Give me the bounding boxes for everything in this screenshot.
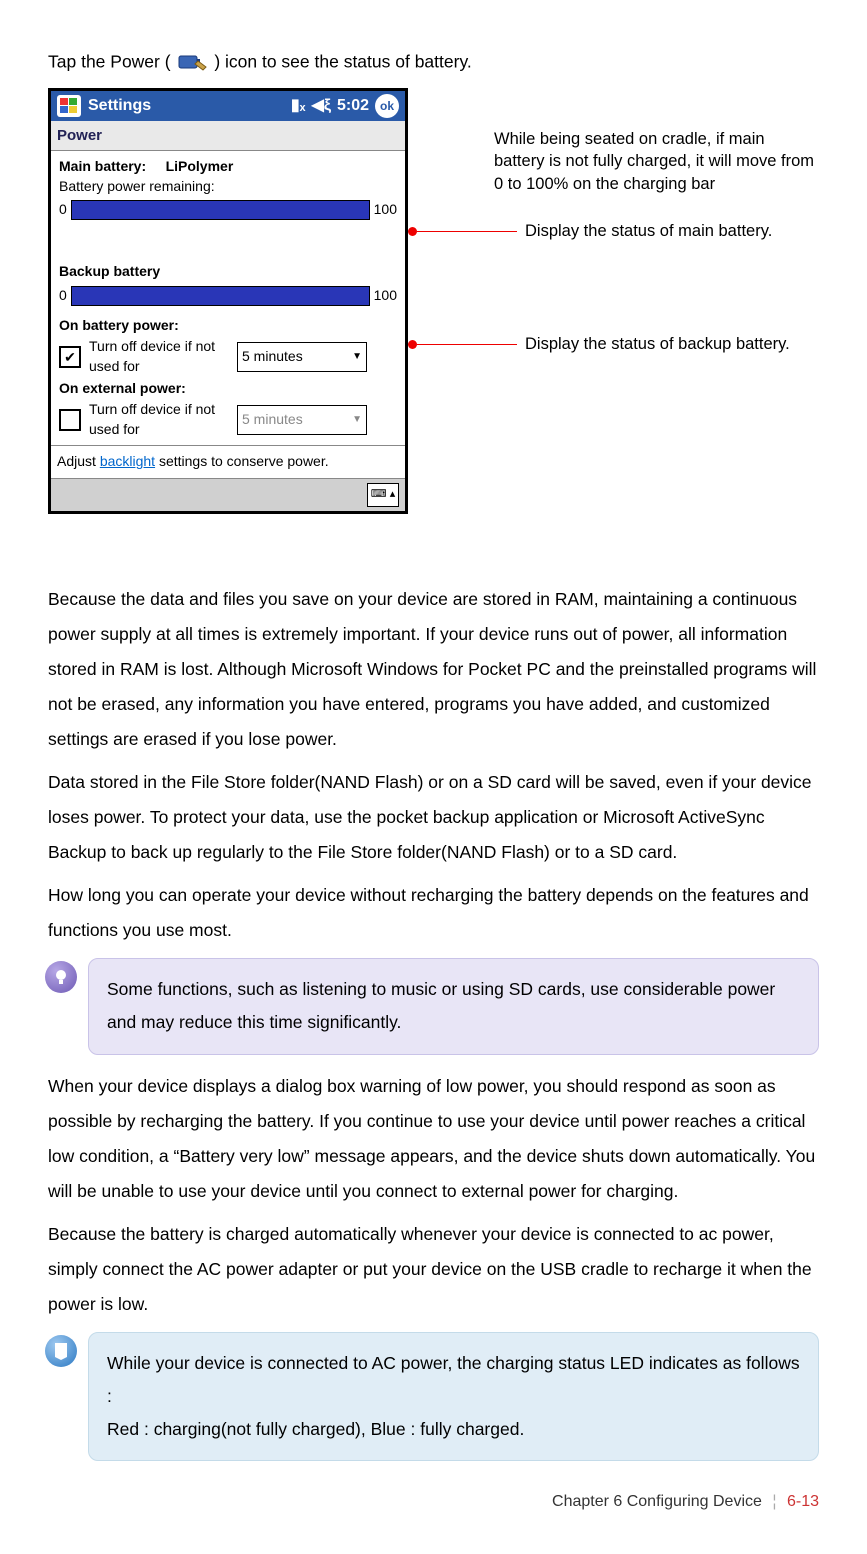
on-battery-checkbox[interactable]: ✔ — [59, 346, 81, 368]
keyboard-icon[interactable]: ⌨ ▴ — [367, 483, 399, 507]
lightbulb-icon — [45, 961, 77, 993]
on-battery-section: On battery power: ✔ Turn off device if n… — [59, 316, 397, 377]
intro-line: Tap the Power ( ) icon to see the status… — [48, 48, 819, 78]
page-footer: Chapter 6 Configuring Device ¦ 6-13 — [48, 1491, 819, 1513]
device-screenshot: Settings ▮ₓ ◀ξ 5:02 ok Power Main batter… — [48, 88, 408, 514]
backup-battery-bar — [71, 286, 370, 306]
callout-line — [417, 231, 517, 232]
main-battery-remaining: Battery power remaining: — [59, 177, 397, 197]
intro-before: Tap the Power ( — [48, 52, 171, 72]
paragraph-5: Because the battery is charged automatic… — [48, 1217, 819, 1322]
annotation-backup-battery: Display the status of backup battery. — [525, 333, 790, 356]
adjust-backlight-row: Adjust backlight settings to conserve po… — [51, 445, 405, 479]
intro-after: ) icon to see the status of battery. — [214, 52, 471, 72]
on-battery-dropdown[interactable]: 5 minutes ▼ — [237, 342, 367, 372]
note-2-text: While your device is connected to AC pow… — [107, 1353, 800, 1440]
annotation-main-battery: Display the status of main battery. — [525, 220, 772, 243]
main-battery-type: LiPolymer — [166, 158, 234, 174]
backup-bar-max: 100 — [374, 286, 397, 306]
info-icon — [45, 1335, 77, 1367]
paragraph-4: When your device displays a dialog box w… — [48, 1069, 819, 1209]
backup-bar-min: 0 — [59, 286, 67, 306]
main-bar-min: 0 — [59, 200, 67, 220]
signal-icon: ▮ₓ — [291, 95, 306, 117]
on-external-dd-value: 5 minutes — [242, 410, 303, 430]
device-footer: ⌨ ▴ — [51, 479, 405, 511]
paragraph-3: How long you can operate your device wit… — [48, 878, 819, 948]
volume-icon: ◀ξ — [312, 95, 331, 117]
annotation-column: While being seated on cradle, if main ba… — [408, 88, 819, 568]
on-battery-title: On battery power: — [59, 316, 397, 336]
callout-main-battery: Display the status of main battery. — [408, 220, 772, 243]
topbar-time: 5:02 — [337, 95, 369, 117]
on-external-section: On external power: Turn off device if no… — [59, 379, 397, 440]
note-box-tip: Some functions, such as listening to mus… — [88, 958, 819, 1055]
backup-battery-label: Backup battery — [59, 262, 397, 282]
adjust-pre: Adjust — [57, 453, 100, 469]
main-battery-section: Main battery: LiPolymer Battery power re… — [59, 157, 397, 220]
on-external-opt: Turn off device if not used for — [89, 400, 229, 439]
power-icon — [175, 48, 209, 78]
topbar-title: Settings — [88, 95, 151, 117]
main-battery-label: Main battery: — [59, 158, 146, 174]
main-battery-bar — [71, 200, 370, 220]
footer-separator: ¦ — [772, 1493, 776, 1510]
windows-flag-icon — [57, 95, 81, 117]
on-external-dropdown[interactable]: 5 minutes ▼ — [237, 405, 367, 435]
adjust-post: settings to conserve power. — [155, 453, 329, 469]
callout-dot — [408, 227, 417, 236]
callout-backup-battery: Display the status of backup battery. — [408, 333, 790, 356]
chevron-down-icon: ▼ — [352, 413, 362, 427]
main-bar-max: 100 — [374, 200, 397, 220]
subbar-power: Power — [51, 121, 405, 151]
on-battery-opt: Turn off device if not used for — [89, 337, 229, 376]
callout-dot — [408, 340, 417, 349]
callout-line — [417, 344, 517, 345]
note-box-info: While your device is connected to AC pow… — [88, 1332, 819, 1462]
annotation-top-note: While being seated on cradle, if main ba… — [494, 128, 819, 195]
paragraph-1: Because the data and files you save on y… — [48, 582, 819, 757]
paragraph-2: Data stored in the File Store folder(NAN… — [48, 765, 819, 870]
footer-page: 6-13 — [787, 1493, 819, 1510]
on-battery-dd-value: 5 minutes — [242, 347, 303, 367]
device-body: Main battery: LiPolymer Battery power re… — [51, 151, 405, 445]
main-battery-bar-row: 0 100 — [59, 200, 397, 220]
ok-button[interactable]: ok — [375, 94, 399, 118]
backup-battery-bar-row: 0 100 — [59, 286, 397, 306]
on-external-checkbox[interactable] — [59, 409, 81, 431]
figure-row: Settings ▮ₓ ◀ξ 5:02 ok Power Main batter… — [48, 88, 819, 568]
footer-chapter: Chapter 6 Configuring Device — [552, 1493, 762, 1510]
backlight-link[interactable]: backlight — [100, 453, 155, 469]
note-1-text: Some functions, such as listening to mus… — [107, 979, 775, 1032]
on-external-title: On external power: — [59, 379, 397, 399]
backup-battery-section: Backup battery 0 100 — [59, 262, 397, 306]
device-topbar: Settings ▮ₓ ◀ξ 5:02 ok — [51, 91, 405, 121]
chevron-down-icon: ▼ — [352, 350, 362, 364]
